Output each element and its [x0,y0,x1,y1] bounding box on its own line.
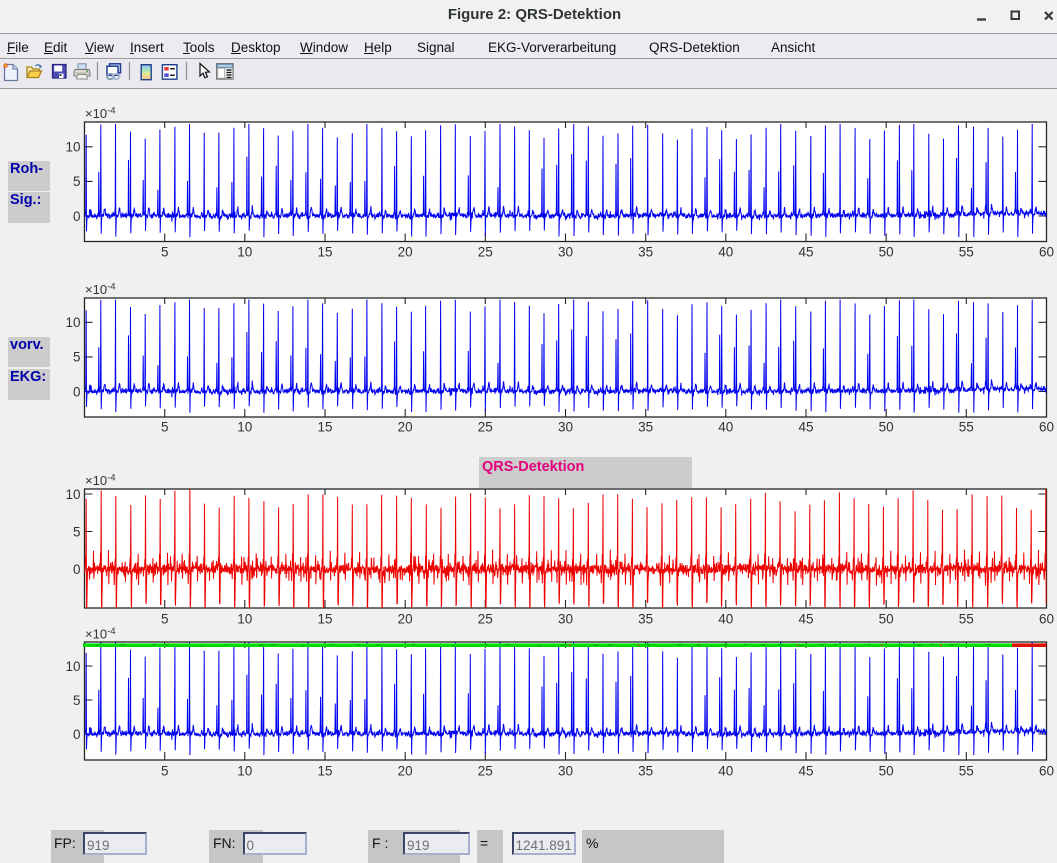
svg-text:45: 45 [798,764,813,779]
svg-text:60: 60 [1039,612,1054,627]
svg-text:×10-4: ×10-4 [85,473,116,489]
svg-text:55: 55 [959,764,974,779]
svg-text:35: 35 [638,245,653,260]
svg-text:10: 10 [237,764,252,779]
svg-text:45: 45 [798,612,813,627]
svg-text:45: 45 [798,420,813,435]
svg-text:15: 15 [317,245,332,260]
svg-text:×10-4: ×10-4 [85,626,116,642]
svg-text:25: 25 [478,420,493,435]
svg-text:55: 55 [959,612,974,627]
svg-text:50: 50 [879,245,894,260]
svg-text:60: 60 [1039,245,1054,260]
svg-text:0: 0 [73,727,81,742]
svg-text:50: 50 [879,420,894,435]
svg-text:×10-4: ×10-4 [85,282,116,298]
svg-text:5: 5 [161,764,169,779]
svg-text:25: 25 [478,764,493,779]
svg-text:10: 10 [237,612,252,627]
svg-text:15: 15 [317,420,332,435]
svg-text:60: 60 [1039,764,1054,779]
svg-text:35: 35 [638,612,653,627]
svg-text:5: 5 [161,612,169,627]
svg-text:×10-4: ×10-4 [85,106,116,122]
svg-text:35: 35 [638,420,653,435]
svg-text:30: 30 [558,764,573,779]
svg-text:10: 10 [65,487,80,502]
svg-text:40: 40 [718,245,733,260]
svg-text:5: 5 [73,174,81,189]
svg-text:10: 10 [65,659,80,674]
svg-text:0: 0 [73,209,81,224]
svg-text:20: 20 [398,420,413,435]
svg-text:55: 55 [959,420,974,435]
svg-text:15: 15 [317,612,332,627]
svg-text:15: 15 [317,764,332,779]
svg-text:30: 30 [558,245,573,260]
svg-text:60: 60 [1039,420,1054,435]
svg-text:0: 0 [73,384,81,399]
svg-text:25: 25 [478,245,493,260]
svg-text:35: 35 [638,764,653,779]
svg-text:5: 5 [73,350,81,365]
svg-text:5: 5 [161,245,169,260]
svg-text:10: 10 [237,245,252,260]
svg-text:20: 20 [398,612,413,627]
svg-text:30: 30 [558,612,573,627]
svg-text:10: 10 [65,140,80,155]
svg-text:5: 5 [73,524,81,539]
svg-text:55: 55 [959,245,974,260]
svg-text:30: 30 [558,420,573,435]
svg-text:40: 40 [718,612,733,627]
svg-text:20: 20 [398,245,413,260]
svg-text:40: 40 [718,420,733,435]
svg-text:20: 20 [398,764,413,779]
svg-text:45: 45 [798,245,813,260]
svg-text:5: 5 [161,420,169,435]
svg-text:5: 5 [73,693,81,708]
svg-text:40: 40 [718,764,733,779]
svg-text:10: 10 [65,315,80,330]
svg-text:10: 10 [237,420,252,435]
svg-text:0: 0 [73,562,81,577]
svg-text:50: 50 [879,764,894,779]
svg-text:50: 50 [879,612,894,627]
svg-text:25: 25 [478,612,493,627]
